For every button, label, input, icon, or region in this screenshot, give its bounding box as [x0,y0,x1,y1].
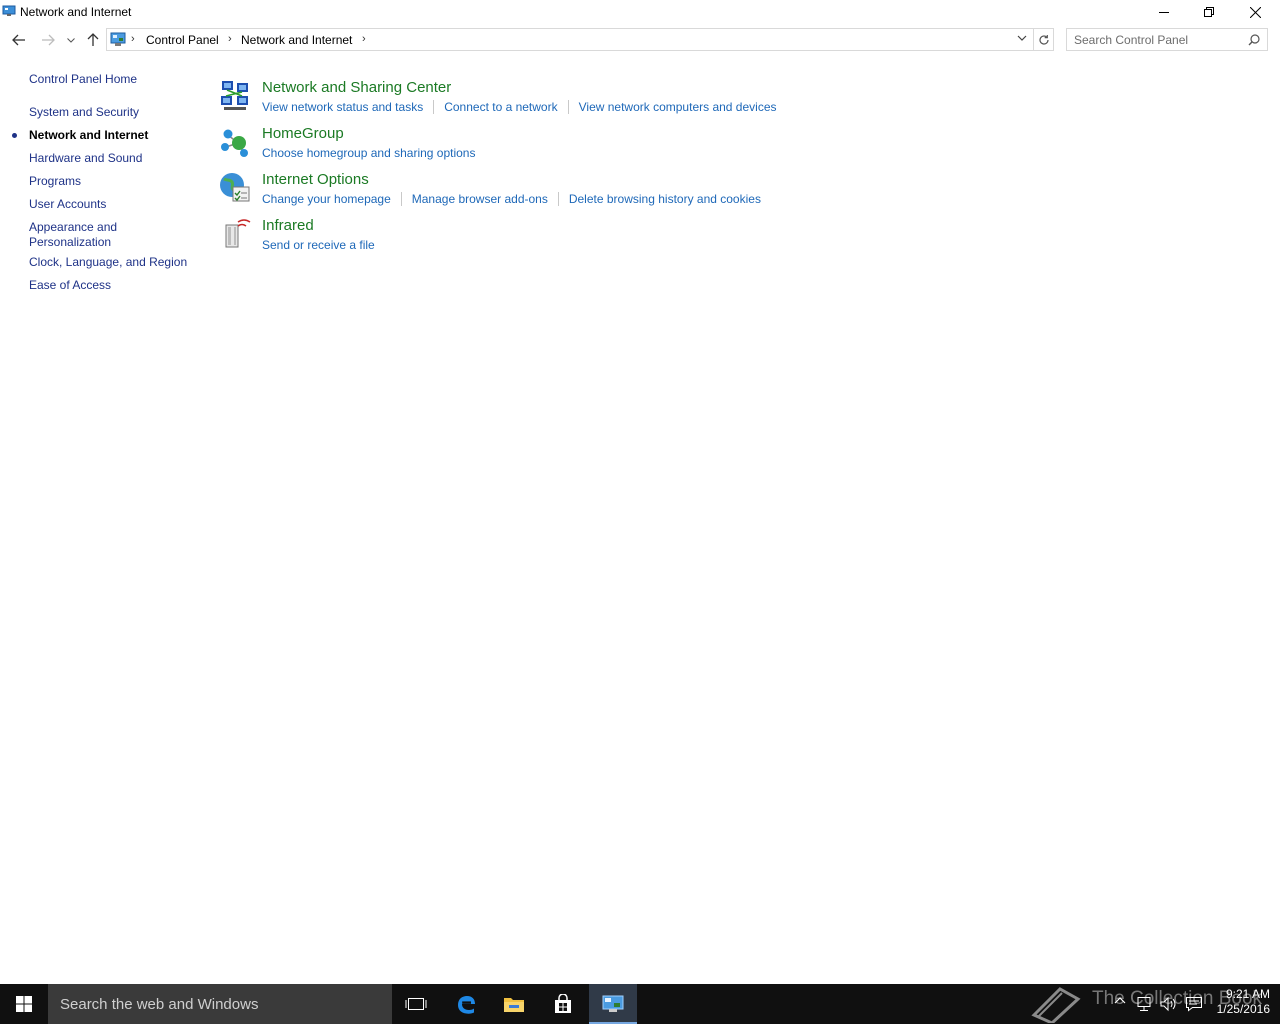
store-icon [555,994,571,1013]
category-links: View network status and tasks Connect to … [262,100,777,114]
close-icon [1249,6,1261,18]
control-panel-taskbar-button[interactable] [589,984,637,1024]
homegroup-icon[interactable] [218,125,252,159]
connect-to-network-link[interactable]: Connect to a network [444,100,557,114]
book-icon [1031,987,1081,1023]
edge-icon [458,996,475,1014]
windows-logo-icon [16,996,32,1012]
change-homepage-link[interactable]: Change your homepage [262,192,391,206]
clock-date: 1/25/2016 [1216,1002,1270,1016]
active-bullet-icon [12,133,17,138]
search-box[interactable] [1066,28,1268,51]
task-view-icon [405,998,427,1010]
file-explorer-button[interactable] [490,984,538,1024]
category-links: Change your homepage Manage browser add-o… [262,192,761,206]
breadcrumb-network-and-internet[interactable]: Network and Internet [241,33,352,47]
volume-icon[interactable] [1160,996,1178,1012]
minimize-button[interactable] [1141,0,1187,24]
sidebar-item-appearance-and-personalization[interactable]: Appearance and Personalization [29,220,179,250]
forward-button[interactable] [37,29,59,51]
control-panel-icon [110,32,126,46]
send-receive-file-link[interactable]: Send or receive a file [262,238,375,252]
system-clock[interactable]: 9:21 AM 1/25/2016 [1210,987,1270,1017]
arrow-left-icon [12,34,25,46]
view-network-status-link[interactable]: View network status and tasks [262,100,423,114]
category-infrared: Infrared Send or receive a file [216,217,916,261]
infrared-link[interactable]: Infrared [262,217,314,234]
network-sharing-icon[interactable] [218,79,252,113]
refresh-icon [1038,34,1049,45]
arrow-up-icon [87,33,99,46]
sidebar-item-user-accounts[interactable]: User Accounts [29,197,106,212]
category-internet-options: Internet Options Change your homepage Man… [216,171,916,215]
internet-options-icon[interactable] [218,171,252,205]
taskbar: Search the web and Windows The Collectio… [0,984,1280,1024]
link-separator [557,192,559,206]
control-panel-icon [2,5,16,16]
sidebar-item-clock-language-region[interactable]: Clock, Language, and Region [29,255,187,270]
taskbar-search-placeholder: Search the web and Windows [60,996,259,1013]
link-separator [567,100,569,114]
category-network-and-sharing-center: Network and Sharing Center View network … [216,79,916,123]
minimize-icon [1159,12,1169,13]
homegroup-link[interactable]: HomeGroup [262,125,344,142]
recent-locations-button[interactable] [62,29,80,51]
sidebar-item-network-and-internet[interactable]: Network and Internet [29,128,148,143]
start-button[interactable] [0,984,48,1024]
chevron-right-icon[interactable]: › [228,33,232,45]
sidebar-item-hardware-and-sound[interactable]: Hardware and Sound [29,151,142,166]
view-network-computers-link[interactable]: View network computers and devices [579,100,777,114]
manage-browser-addons-link[interactable]: Manage browser add-ons [412,192,548,206]
file-explorer-icon [504,998,524,1012]
back-button[interactable] [8,29,30,51]
link-separator [400,192,402,206]
infrared-icon[interactable] [218,217,252,251]
window-title: Network and Internet [20,5,132,19]
sidebar-item-system-and-security[interactable]: System and Security [29,105,139,120]
network-and-sharing-center-link[interactable]: Network and Sharing Center [262,79,451,96]
internet-options-link[interactable]: Internet Options [262,171,369,188]
restore-icon [1204,7,1214,17]
navigation-bar: › Control Panel › Network and Internet › [0,26,1280,54]
control-panel-icon [602,995,624,1012]
store-button[interactable] [539,984,587,1024]
category-links: Choose homegroup and sharing options [262,146,475,160]
chevron-down-icon[interactable] [1017,35,1027,42]
chevron-up-icon[interactable] [1114,996,1126,1004]
breadcrumb-control-panel[interactable]: Control Panel [146,33,219,47]
title-bar: Network and Internet [0,0,1280,24]
up-button[interactable] [82,29,104,51]
clock-time: 9:21 AM [1225,987,1270,1001]
chevron-down-icon [67,37,75,43]
choose-homegroup-options-link[interactable]: Choose homegroup and sharing options [262,146,475,160]
close-button[interactable] [1232,0,1278,24]
link-separator [433,100,435,114]
control-panel-home-link[interactable]: Control Panel Home [29,72,137,86]
restore-button[interactable] [1186,0,1232,24]
network-icon[interactable] [1136,996,1154,1012]
chevron-right-icon[interactable]: › [362,33,366,45]
chevron-right-icon[interactable]: › [131,33,135,45]
search-input[interactable] [1074,30,1244,50]
category-links: Send or receive a file [262,238,375,252]
arrow-right-icon [42,34,55,46]
delete-browsing-history-link[interactable]: Delete browsing history and cookies [569,192,761,206]
sidebar-item-ease-of-access[interactable]: Ease of Access [29,278,111,293]
edge-button[interactable] [442,984,490,1024]
refresh-button[interactable] [1034,28,1054,51]
action-center-icon[interactable] [1185,996,1203,1012]
taskbar-search-box[interactable]: Search the web and Windows [48,984,392,1024]
task-view-button[interactable] [392,984,440,1024]
sidebar-item-programs[interactable]: Programs [29,174,81,189]
address-bar[interactable]: › Control Panel › Network and Internet › [106,28,1034,51]
category-homegroup: HomeGroup Choose homegroup and sharing o… [216,125,916,169]
search-icon[interactable] [1248,34,1260,46]
